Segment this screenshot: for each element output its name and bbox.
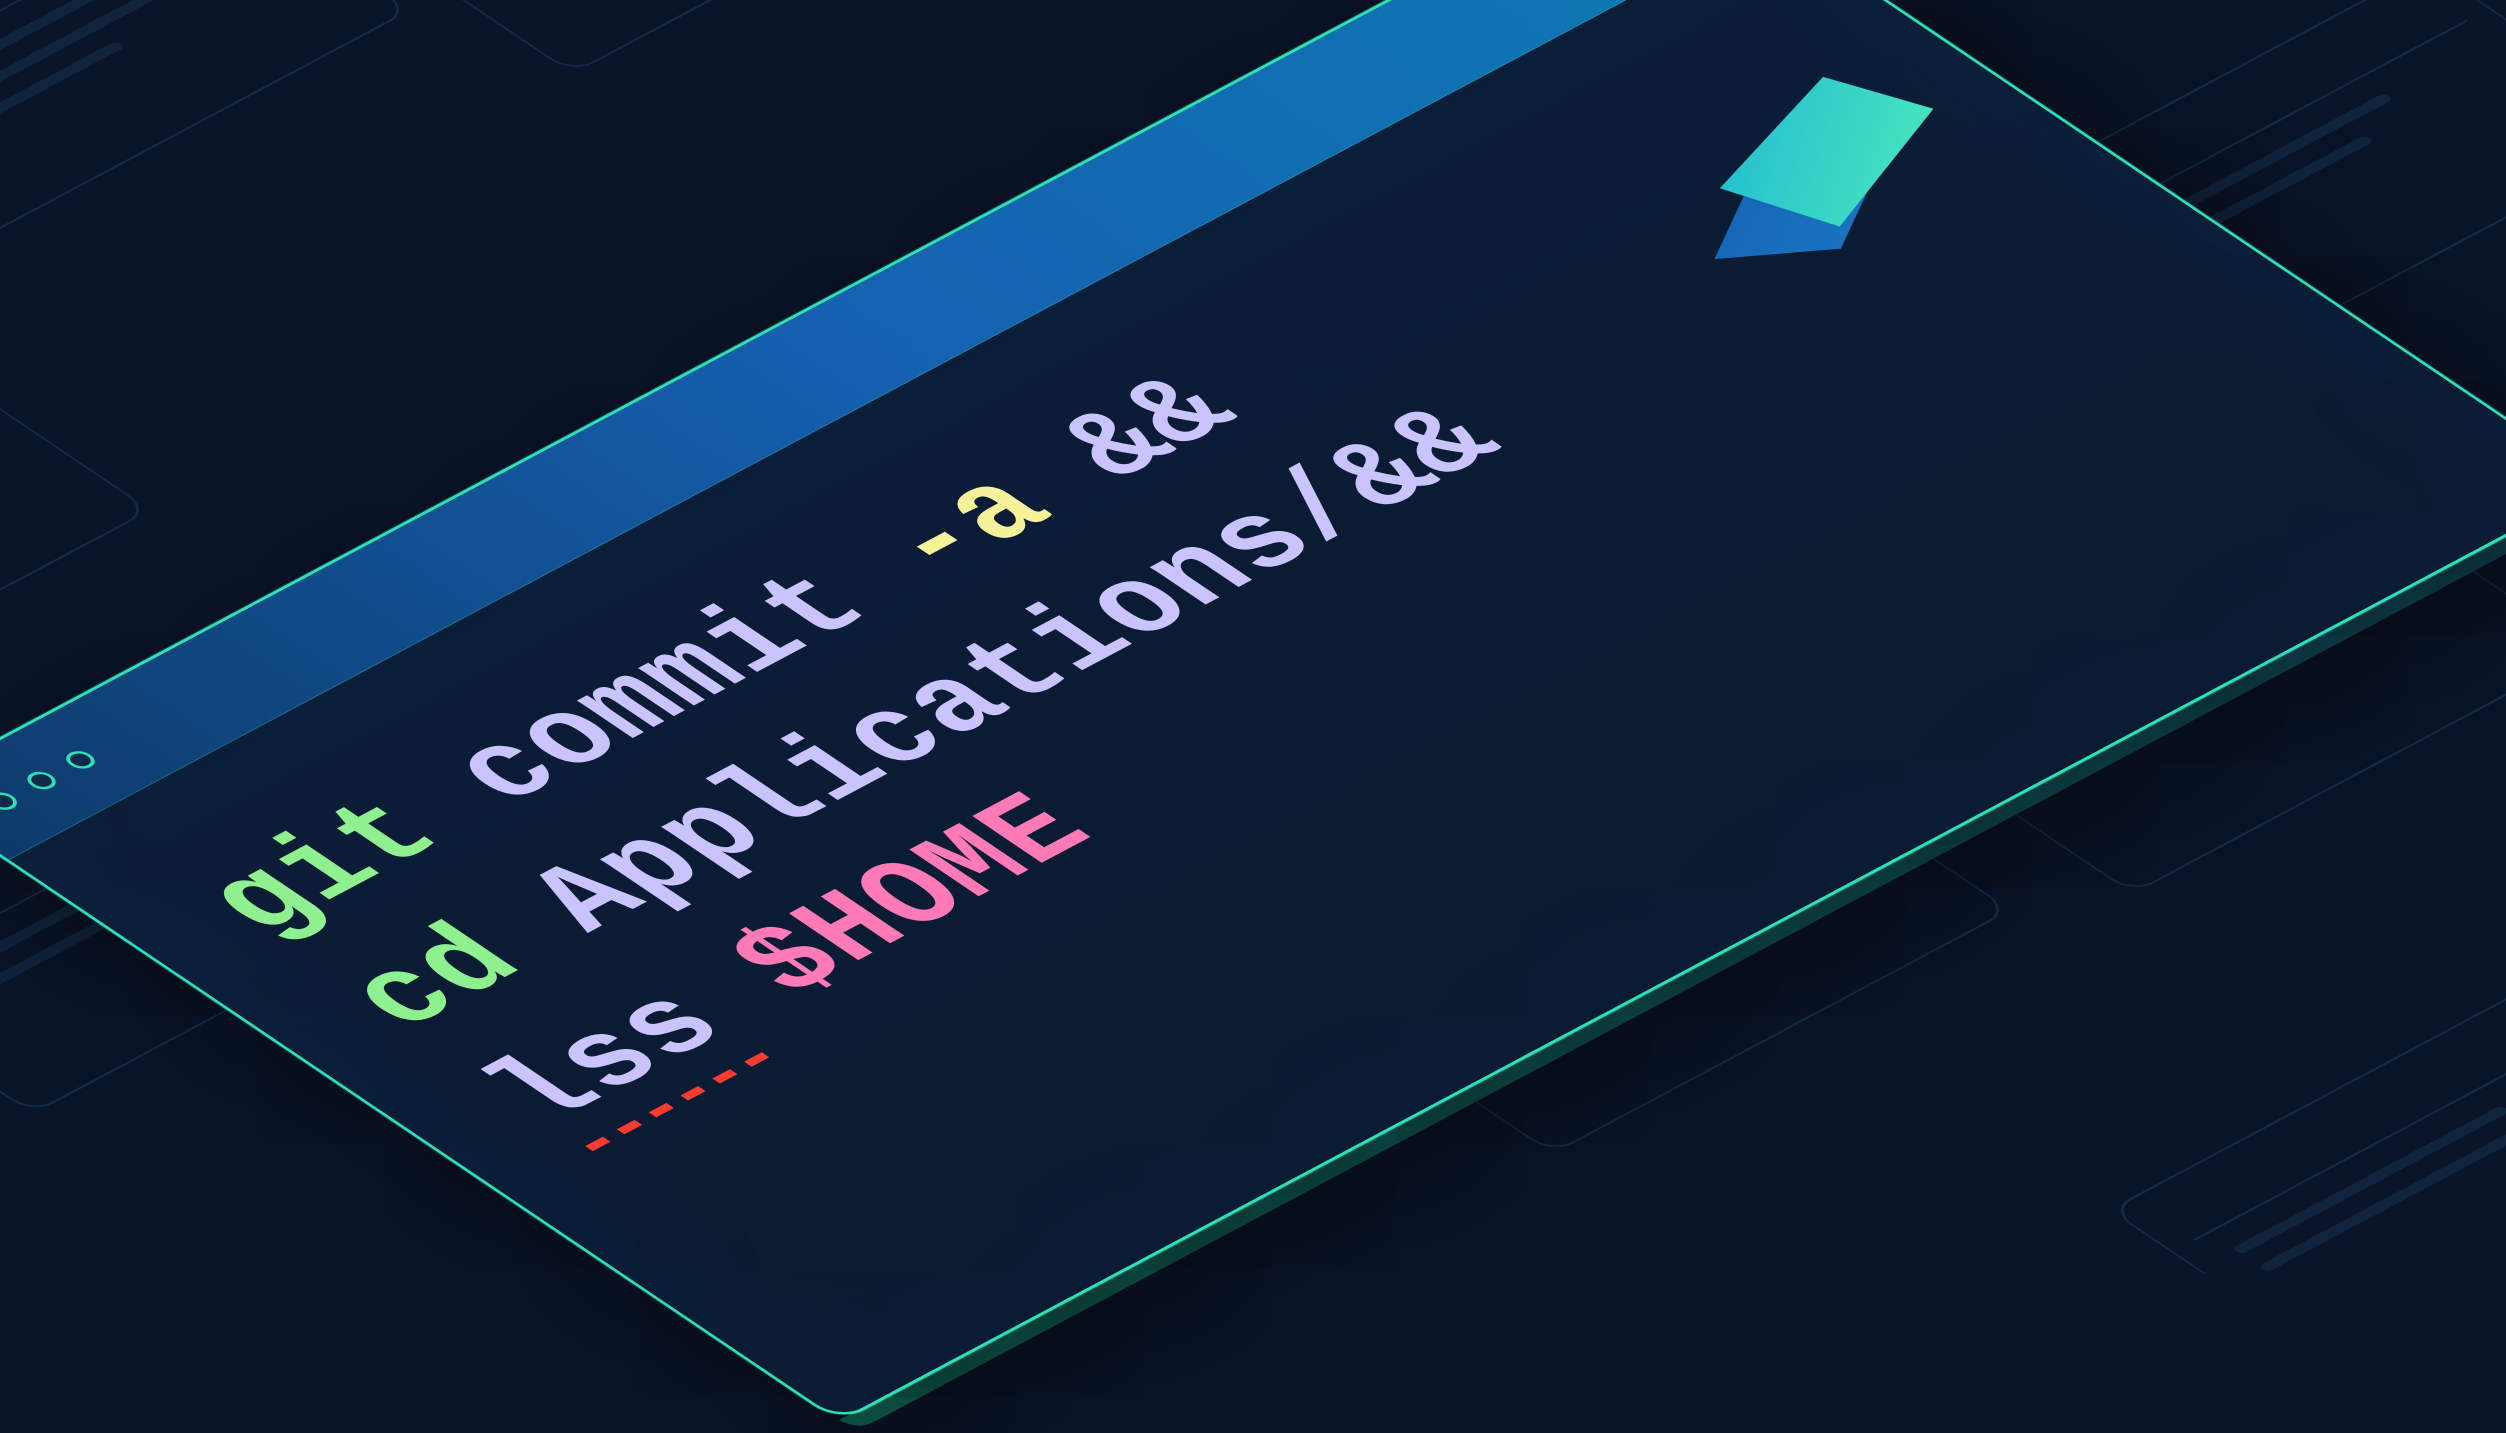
traffic-light-minimize-icon[interactable] bbox=[21, 768, 61, 792]
stage: git commit -a && cd Applications/&& lss … bbox=[253, 137, 2253, 1137]
traffic-light-close-icon[interactable] bbox=[0, 789, 22, 813]
traffic-light-maximize-icon[interactable] bbox=[60, 747, 100, 771]
traffic-lights bbox=[0, 747, 100, 813]
